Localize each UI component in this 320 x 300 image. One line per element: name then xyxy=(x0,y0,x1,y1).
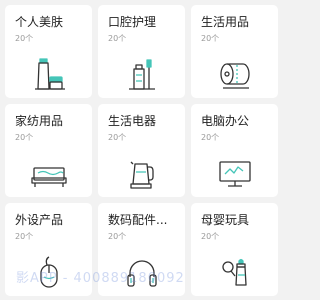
category-name: 数码配件... xyxy=(108,213,168,227)
category-card-computer-office[interactable]: 电脑办公 20个 xyxy=(191,104,278,197)
category-count: 20个 xyxy=(201,232,220,241)
category-count: 20个 xyxy=(201,34,220,43)
tissue-roll-icon xyxy=(215,55,255,95)
baby-bottle-icon xyxy=(215,253,255,293)
category-name: 电脑办公 xyxy=(201,114,250,128)
mouse-icon xyxy=(29,253,69,293)
category-count: 20个 xyxy=(15,133,34,142)
category-name: 生活电器 xyxy=(108,114,157,128)
monitor-icon xyxy=(215,154,255,194)
category-count: 20个 xyxy=(15,34,34,43)
category-count: 20个 xyxy=(201,133,220,142)
toothbrush-icon xyxy=(122,55,162,95)
category-card-skincare[interactable]: 个人美肤 20个 xyxy=(5,5,92,98)
category-name: 外设产品 xyxy=(15,213,64,227)
headphones-icon xyxy=(122,253,162,293)
category-card-home-appliances[interactable]: 生活电器 20个 xyxy=(98,104,185,197)
category-grid: 个人美肤 20个 口腔护理 20个 生活用品 20个 家纺用品 20个 生活电器… xyxy=(5,5,280,297)
category-card-baby-toys[interactable]: 母婴玩具 20个 xyxy=(191,203,278,296)
category-count: 20个 xyxy=(108,34,127,43)
category-card-home-textiles[interactable]: 家纺用品 20个 xyxy=(5,104,92,197)
category-card-peripherals[interactable]: 外设产品 20个 xyxy=(5,203,92,296)
category-name: 生活用品 xyxy=(201,15,250,29)
bed-icon xyxy=(29,154,69,194)
category-name: 母婴玩具 xyxy=(201,213,250,227)
category-name: 家纺用品 xyxy=(15,114,64,128)
skincare-icon xyxy=(29,55,69,95)
category-card-daily-goods[interactable]: 生活用品 20个 xyxy=(191,5,278,98)
category-name: 口腔护理 xyxy=(108,15,157,29)
kettle-icon xyxy=(122,154,162,194)
category-count: 20个 xyxy=(15,232,34,241)
category-card-digital-accessories[interactable]: 数码配件... 20个 xyxy=(98,203,185,296)
category-card-oral-care[interactable]: 口腔护理 20个 xyxy=(98,5,185,98)
category-count: 20个 xyxy=(108,133,127,142)
category-count: 20个 xyxy=(108,232,127,241)
category-name: 个人美肤 xyxy=(15,15,64,29)
